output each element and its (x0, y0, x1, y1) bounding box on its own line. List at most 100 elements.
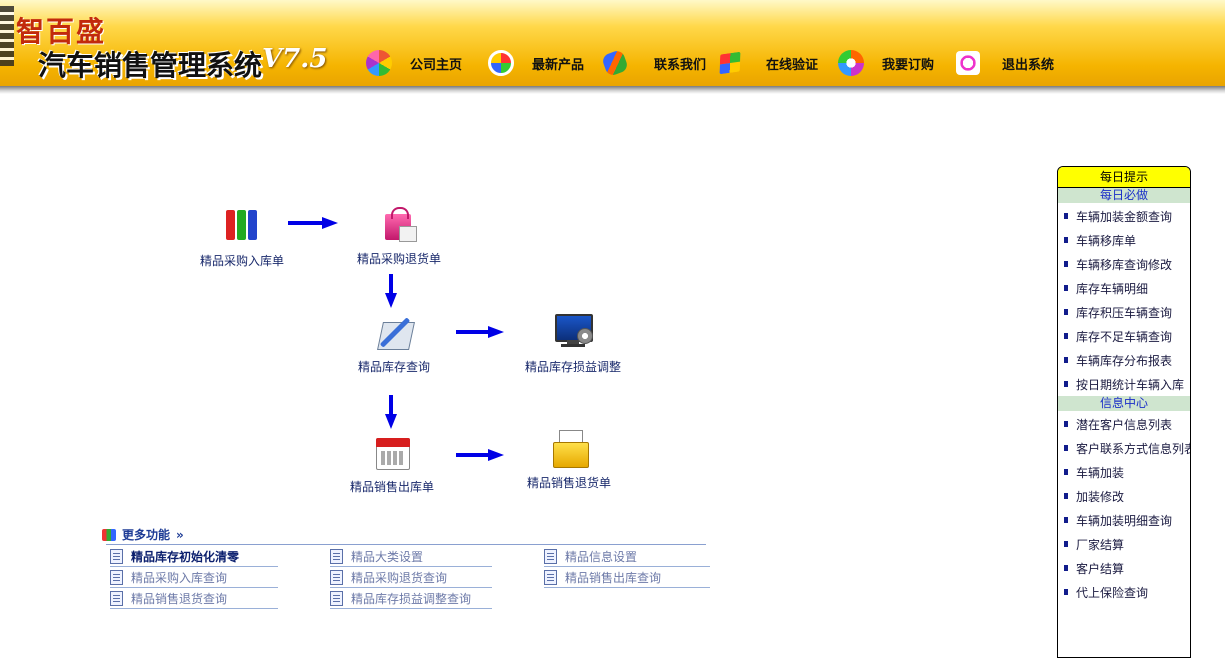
nav-order-label: 我要订购 (882, 57, 935, 73)
chain-link-icon (600, 48, 630, 78)
nav-home[interactable]: 公司主页 (366, 48, 462, 78)
panel-item-label: 库存车辆明细 (1076, 281, 1149, 296)
bullet-icon (1064, 237, 1068, 243)
link-product-settings[interactable]: 精品信息设置 (544, 546, 710, 567)
magnifier-icon (956, 51, 980, 75)
panel-item-daily[interactable]: 按日期统计车辆入库 (1058, 372, 1190, 396)
panel-item-label: 库存积压车辆查询 (1076, 305, 1173, 320)
calendar-icon (372, 432, 412, 472)
panel-item-daily[interactable]: 车辆移库单 (1058, 228, 1190, 252)
bullet-icon (1064, 333, 1068, 339)
flow-purchase-return[interactable]: 精品采购退货单 (354, 204, 444, 267)
panel-item-label: 车辆加装明细查询 (1076, 513, 1173, 528)
arrow-down-icon (385, 395, 397, 429)
app-title: 汽车销售管理系统 (38, 49, 263, 82)
panel-item-label: 潜在客户信息列表 (1076, 417, 1173, 432)
more-functions-title: 更多功能 (122, 528, 171, 542)
link-label: 精品库存初始化清零 (131, 549, 240, 564)
flow-purchase-return-label: 精品采购退货单 (356, 252, 441, 266)
link-purchase-in-query[interactable]: 精品采购入库查询 (110, 567, 278, 588)
link-purchase-return-query[interactable]: 精品采购退货查询 (330, 567, 492, 588)
panel-item-info[interactable]: 潜在客户信息列表 (1058, 412, 1190, 436)
document-icon (330, 590, 343, 606)
link-stock-init[interactable]: 精品库存初始化清零 (110, 546, 278, 567)
panel-item-info[interactable]: 客户结算 (1058, 556, 1190, 580)
monitor-gear-icon (553, 312, 593, 352)
panel-item-label: 厂家结算 (1076, 537, 1125, 552)
panel-item-info[interactable]: 车辆加装 (1058, 460, 1190, 484)
bullet-icon (1064, 445, 1068, 451)
link-label: 精品大类设置 (351, 549, 424, 564)
daily-tips-panel: 每日提示 每日必做 车辆加装金额查询 车辆移库单 车辆移库查询修改 库存车辆明细… (1057, 166, 1191, 658)
nav-contact-label: 联系我们 (654, 57, 707, 73)
bullet-icon (1064, 381, 1068, 387)
bullet-icon (1064, 421, 1068, 427)
link-sale-out-query[interactable]: 精品销售出库查询 (544, 567, 710, 588)
bullet-icon (1064, 261, 1068, 267)
windows-flag-icon (719, 51, 741, 75)
panel-item-label: 车辆加装金额查询 (1076, 209, 1173, 224)
flow-stock-query-label: 精品库存查询 (357, 360, 430, 374)
flow-sale-out-label: 精品销售出库单 (349, 480, 434, 494)
link-label: 精品库存损益调整查询 (351, 591, 472, 606)
nav-products-label: 最新产品 (532, 57, 585, 73)
arrow-down-icon (385, 274, 397, 308)
arrow-right-icon (456, 449, 504, 461)
panel-item-label: 按日期统计车辆入库 (1076, 377, 1185, 392)
nav-verify-label: 在线验证 (766, 57, 819, 73)
bullet-icon (1064, 469, 1068, 475)
panel-item-daily[interactable]: 车辆加装金额查询 (1058, 204, 1190, 228)
header-banner: 智百盛 汽车销售管理系统 V7.5 公司主页 最新产品 联系我们 在线验证 我要… (0, 0, 1225, 88)
nav-contact[interactable]: 联系我们 (600, 48, 707, 78)
document-icon (110, 569, 123, 585)
nav-products[interactable]: 最新产品 (488, 48, 584, 78)
nav-verify[interactable]: 在线验证 (719, 48, 819, 78)
panel-item-info[interactable]: 加装修改 (1058, 484, 1190, 508)
panel-item-info[interactable]: 客户联系方式信息列表 (1058, 436, 1190, 460)
link-sale-return-query[interactable]: 精品销售退货查询 (110, 588, 278, 609)
arrow-right-icon (288, 217, 338, 229)
more-divider (106, 544, 706, 545)
nav-order[interactable]: 我要订购 (838, 48, 934, 78)
binders-icon (222, 206, 262, 246)
flow-stock-query[interactable]: 精品库存查询 (352, 312, 436, 375)
bullet-icon (1064, 357, 1068, 363)
flow-stock-adjust[interactable]: 精品库存损益调整 (524, 312, 622, 375)
link-category-settings[interactable]: 精品大类设置 (330, 546, 492, 567)
bullet-icon (1064, 541, 1068, 547)
blocks-icon (102, 528, 116, 541)
flow-purchase-in[interactable]: 精品采购入库单 (198, 206, 286, 269)
link-label: 精品采购入库查询 (131, 570, 228, 585)
link-label: 精品信息设置 (565, 549, 638, 564)
link-label: 精品采购退货查询 (351, 570, 448, 585)
panel-item-label: 库存不足车辆查询 (1076, 329, 1173, 344)
panel-item-info[interactable]: 代上保险查询 (1058, 580, 1190, 604)
panel-item-info[interactable]: 厂家结算 (1058, 532, 1190, 556)
bullet-icon (1064, 285, 1068, 291)
nav-logout[interactable]: 退出系统 (956, 48, 1054, 78)
flow-purchase-in-label: 精品采购入库单 (199, 254, 284, 268)
panel-item-info[interactable]: 车辆加装明细查询 (1058, 508, 1190, 532)
panel-item-label: 加装修改 (1076, 489, 1125, 504)
document-icon (330, 548, 343, 564)
more-functions-header: 更多功能 » (102, 526, 184, 543)
bullet-icon (1064, 493, 1068, 499)
document-icon (544, 548, 557, 564)
panel-item-daily[interactable]: 车辆移库查询修改 (1058, 252, 1190, 276)
panel-item-daily[interactable]: 库存车辆明细 (1058, 276, 1190, 300)
app-version: V7.5 (262, 44, 328, 74)
nav-home-label: 公司主页 (410, 57, 463, 73)
panel-item-daily[interactable]: 库存不足车辆查询 (1058, 324, 1190, 348)
panel-item-label: 客户联系方式信息列表 (1076, 441, 1190, 456)
panel-item-daily[interactable]: 车辆库存分布报表 (1058, 348, 1190, 372)
header-divider (0, 86, 1225, 94)
nav-logout-label: 退出系统 (1002, 57, 1055, 73)
link-stock-adjust-query[interactable]: 精品库存损益调整查询 (330, 588, 492, 609)
bullet-icon (1064, 517, 1068, 523)
flow-sale-return[interactable]: 精品销售退货单 (524, 428, 614, 491)
panel-title: 每日提示 (1058, 167, 1190, 188)
flow-sale-out[interactable]: 精品销售出库单 (346, 432, 438, 495)
link-label: 精品销售出库查询 (565, 570, 662, 585)
panel-section-info: 信息中心 (1058, 396, 1190, 411)
panel-item-daily[interactable]: 库存积压车辆查询 (1058, 300, 1190, 324)
